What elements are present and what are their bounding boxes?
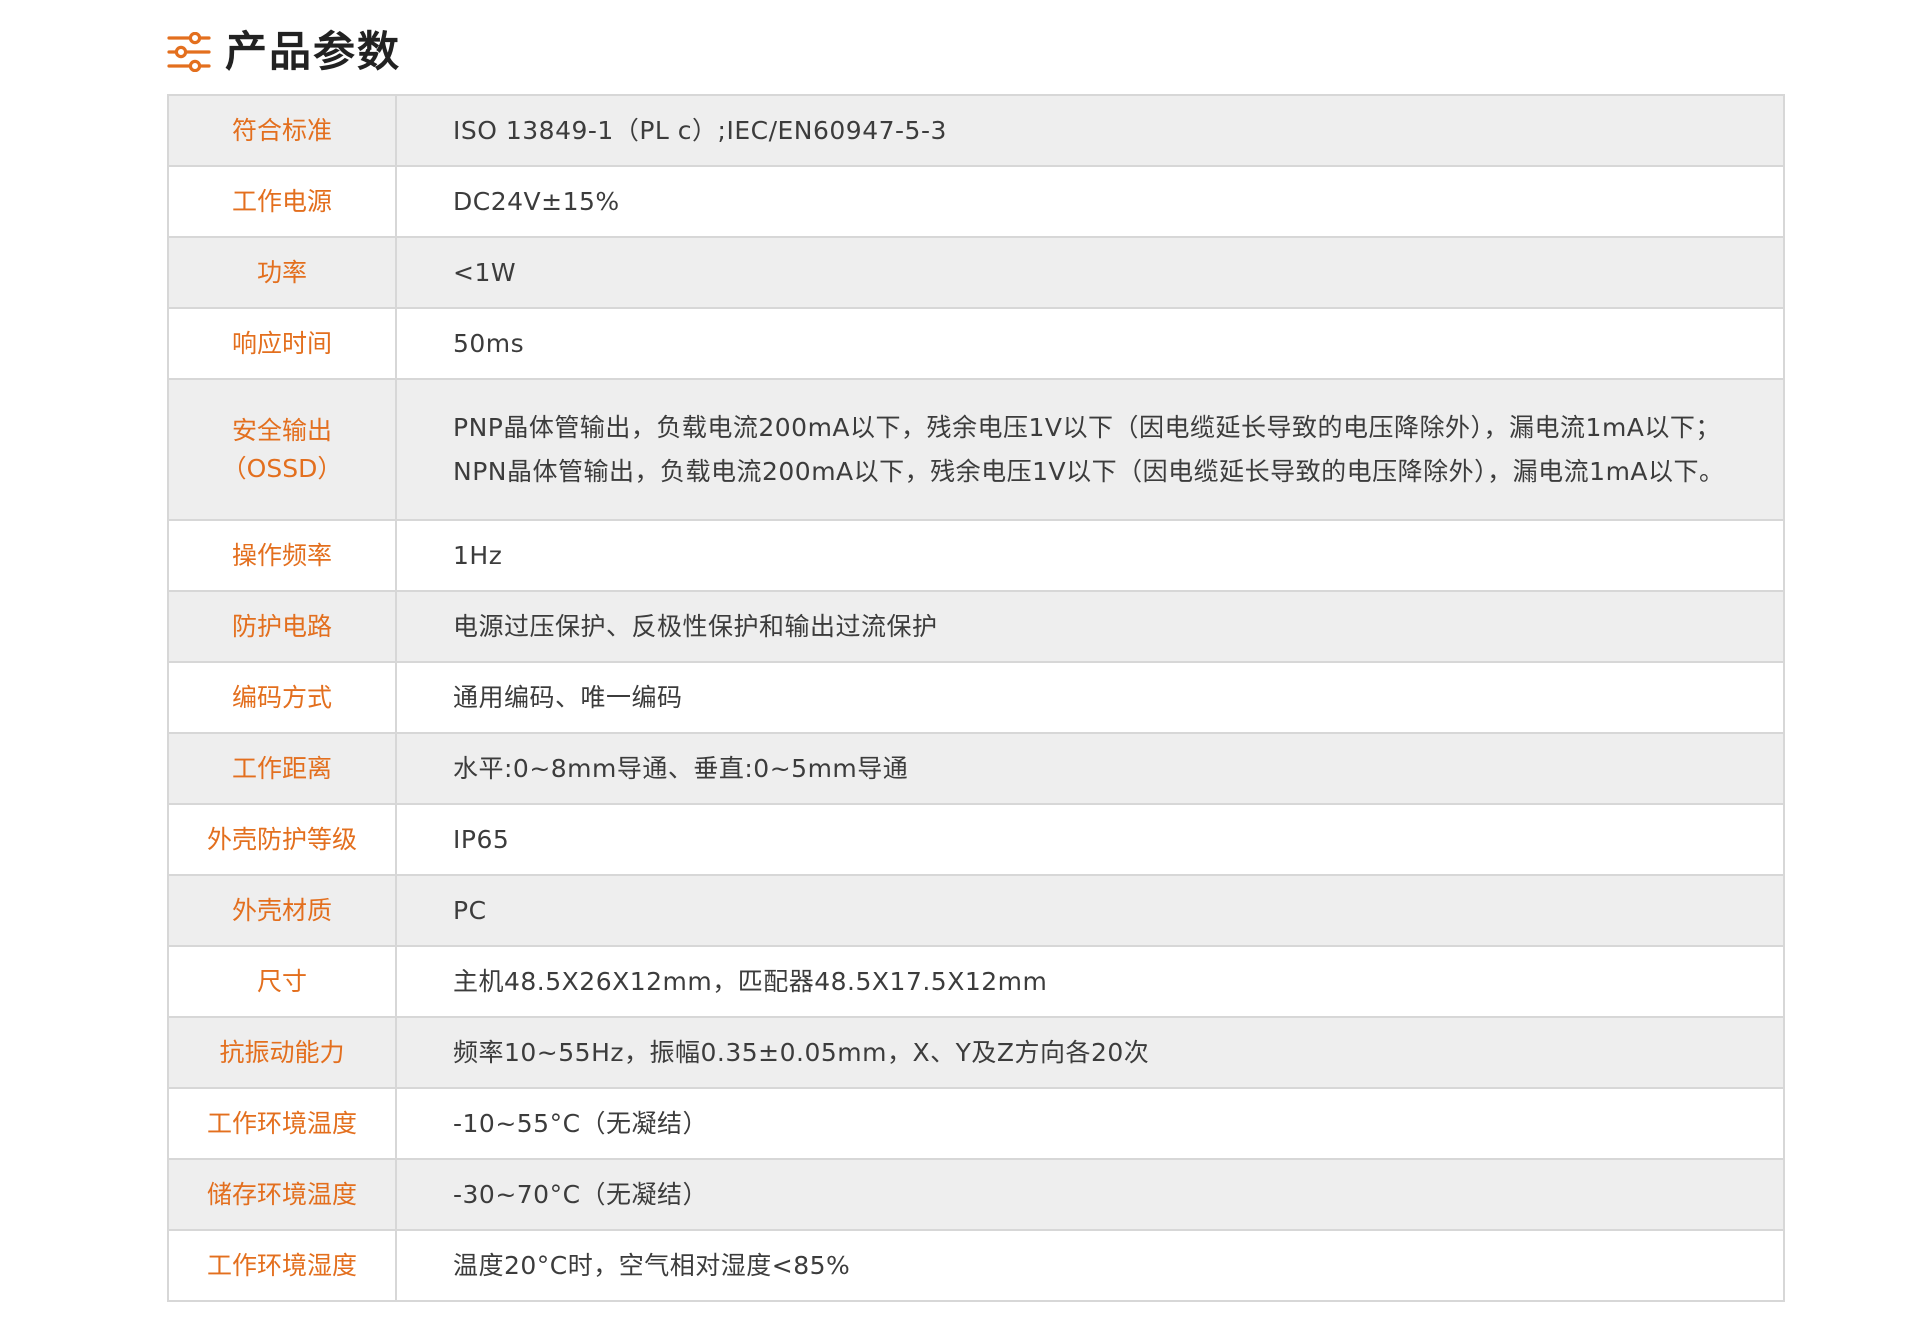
spec-row: 安全输出 （OSSD） PNP晶体管输出，负载电流200mA以下，残余电压1V以下（…	[167, 378, 1785, 521]
spec-row: 响应时间 50ms	[167, 307, 1785, 380]
spec-row: 符合标准 ISO 13849-1（PL c）;IEC/EN60947-5-3	[167, 94, 1785, 167]
spec-value: 水平:0~8mm导通、垂直:0~5mm导通	[395, 732, 1785, 805]
spec-value: 主机48.5X26X12mm，匹配器48.5X17.5X12mm	[395, 945, 1785, 1018]
spec-value-line: -30~70°C（无凝结）	[453, 1179, 709, 1209]
spec-label-text: 安全输出	[231, 415, 332, 445]
section-header: 产品参数	[167, 22, 401, 82]
spec-value: PNP晶体管输出，负载电流200mA以下，残余电压1V以下（因电缆延长导致的电压…	[395, 378, 1785, 521]
spec-label: 抗振动能力	[167, 1016, 397, 1089]
spec-value: <1W	[395, 236, 1785, 309]
spec-label-text: 外壳材质	[231, 895, 332, 925]
spec-label-text: 编码方式	[231, 682, 332, 712]
spec-value-line: PNP晶体管输出，负载电流200mA以下，残余电压1V以下（因电缆延长导致的电压…	[453, 412, 1721, 442]
spec-label: 工作距离	[167, 732, 397, 805]
spec-row: 尺寸 主机48.5X26X12mm，匹配器48.5X17.5X12mm	[167, 945, 1785, 1018]
spec-value-line: <1W	[453, 257, 517, 287]
spec-value-line: 通用编码、唯一编码	[453, 682, 683, 712]
spec-row: 工作环境温度 -10~55°C（无凝结）	[167, 1087, 1785, 1160]
spec-value-line: NPN晶体管输出，负载电流200mA以下，残余电压1V以下（因电缆延长导致的电压…	[453, 456, 1725, 486]
spec-row: 工作距离 水平:0~8mm导通、垂直:0~5mm导通	[167, 732, 1785, 805]
spec-label: 尺寸	[167, 945, 397, 1018]
spec-row: 功率 <1W	[167, 236, 1785, 309]
spec-label-text: 工作电源	[231, 186, 332, 216]
spec-label: 储存环境温度	[167, 1158, 397, 1231]
spec-value-line: 频率10~55Hz，振幅0.35±0.05mm，X、Y及Z方向各20次	[453, 1037, 1150, 1067]
spec-label-text: 功率	[256, 257, 307, 287]
spec-label: 外壳材质	[167, 874, 397, 947]
spec-label-text: 工作环境温度	[206, 1108, 357, 1138]
spec-table-body: 符合标准 ISO 13849-1（PL c）;IEC/EN60947-5-3 工作电…	[167, 94, 1785, 1302]
spec-label-text: 防护电路	[231, 611, 332, 641]
spec-value-line: 水平:0~8mm导通、垂直:0~5mm导通	[453, 753, 909, 783]
spec-label: 编码方式	[167, 661, 397, 734]
spec-label: 外壳防护等级	[167, 803, 397, 876]
spec-value-line: 主机48.5X26X12mm，匹配器48.5X17.5X12mm	[453, 966, 1048, 996]
spec-value: 通用编码、唯一编码	[395, 661, 1785, 734]
spec-value: 1Hz	[395, 519, 1785, 592]
page-title: 产品参数	[225, 27, 402, 76]
spec-label: 工作电源	[167, 165, 397, 238]
spec-row: 防护电路 电源过压保护、反极性保护和输出过流保护	[167, 590, 1785, 663]
spec-row: 操作频率 1Hz	[167, 519, 1785, 592]
spec-label-text: 尺寸	[256, 966, 307, 996]
spec-table: 符合标准 ISO 13849-1（PL c）;IEC/EN60947-5-3 工作电…	[167, 94, 1785, 1302]
spec-value: 温度20°C时，空气相对湿度<85%	[395, 1229, 1785, 1302]
spec-label: 响应时间	[167, 307, 397, 380]
spec-label-text: 工作环境湿度	[206, 1250, 357, 1280]
spec-label: 防护电路	[167, 590, 397, 663]
spec-label-text: 储存环境温度	[206, 1179, 357, 1209]
sliders-icon	[167, 32, 211, 72]
spec-value-line: IP65	[453, 824, 510, 854]
spec-row: 抗振动能力 频率10~55Hz，振幅0.35±0.05mm，X、Y及Z方向各20次	[167, 1016, 1785, 1089]
spec-value-line: -10~55°C（无凝结）	[453, 1108, 709, 1138]
spec-label-text: 响应时间	[231, 328, 332, 358]
spec-label-text: 符合标准	[231, 115, 332, 145]
spec-label-text: （OSSD）	[221, 453, 343, 483]
spec-value-line: DC24V±15%	[453, 186, 620, 216]
spec-value-line: 温度20°C时，空气相对湿度<85%	[453, 1250, 851, 1280]
spec-label: 操作频率	[167, 519, 397, 592]
spec-value-line: 1Hz	[453, 540, 503, 570]
spec-label-text: 抗振动能力	[219, 1037, 345, 1067]
spec-label: 工作环境温度	[167, 1087, 397, 1160]
spec-value-line: PC	[453, 895, 487, 925]
spec-row: 外壳防护等级 IP65	[167, 803, 1785, 876]
spec-label-text: 操作频率	[231, 540, 332, 570]
spec-label: 功率	[167, 236, 397, 309]
spec-row: 工作环境湿度 温度20°C时，空气相对湿度<85%	[167, 1229, 1785, 1302]
spec-label: 符合标准	[167, 94, 397, 167]
spec-value: DC24V±15%	[395, 165, 1785, 238]
spec-value: 50ms	[395, 307, 1785, 380]
spec-label: 安全输出 （OSSD）	[167, 378, 397, 521]
spec-row: 储存环境温度 -30~70°C（无凝结）	[167, 1158, 1785, 1231]
spec-value-line: 50ms	[453, 328, 525, 358]
spec-value-line: 电源过压保护、反极性保护和输出过流保护	[453, 611, 938, 641]
spec-label: 工作环境湿度	[167, 1229, 397, 1302]
spec-value-line: ISO 13849-1（PL c）;IEC/EN60947-5-3	[453, 115, 947, 145]
spec-value: 频率10~55Hz，振幅0.35±0.05mm，X、Y及Z方向各20次	[395, 1016, 1785, 1089]
spec-value: ISO 13849-1（PL c）;IEC/EN60947-5-3	[395, 94, 1785, 167]
spec-value: -10~55°C（无凝结）	[395, 1087, 1785, 1160]
spec-value: -30~70°C（无凝结）	[395, 1158, 1785, 1231]
spec-value: PC	[395, 874, 1785, 947]
spec-row: 编码方式 通用编码、唯一编码	[167, 661, 1785, 734]
spec-value: IP65	[395, 803, 1785, 876]
spec-value: 电源过压保护、反极性保护和输出过流保护	[395, 590, 1785, 663]
spec-label-text: 外壳防护等级	[206, 824, 357, 854]
spec-label-text: 工作距离	[231, 753, 332, 783]
spec-row: 外壳材质 PC	[167, 874, 1785, 947]
spec-row: 工作电源 DC24V±15%	[167, 165, 1785, 238]
